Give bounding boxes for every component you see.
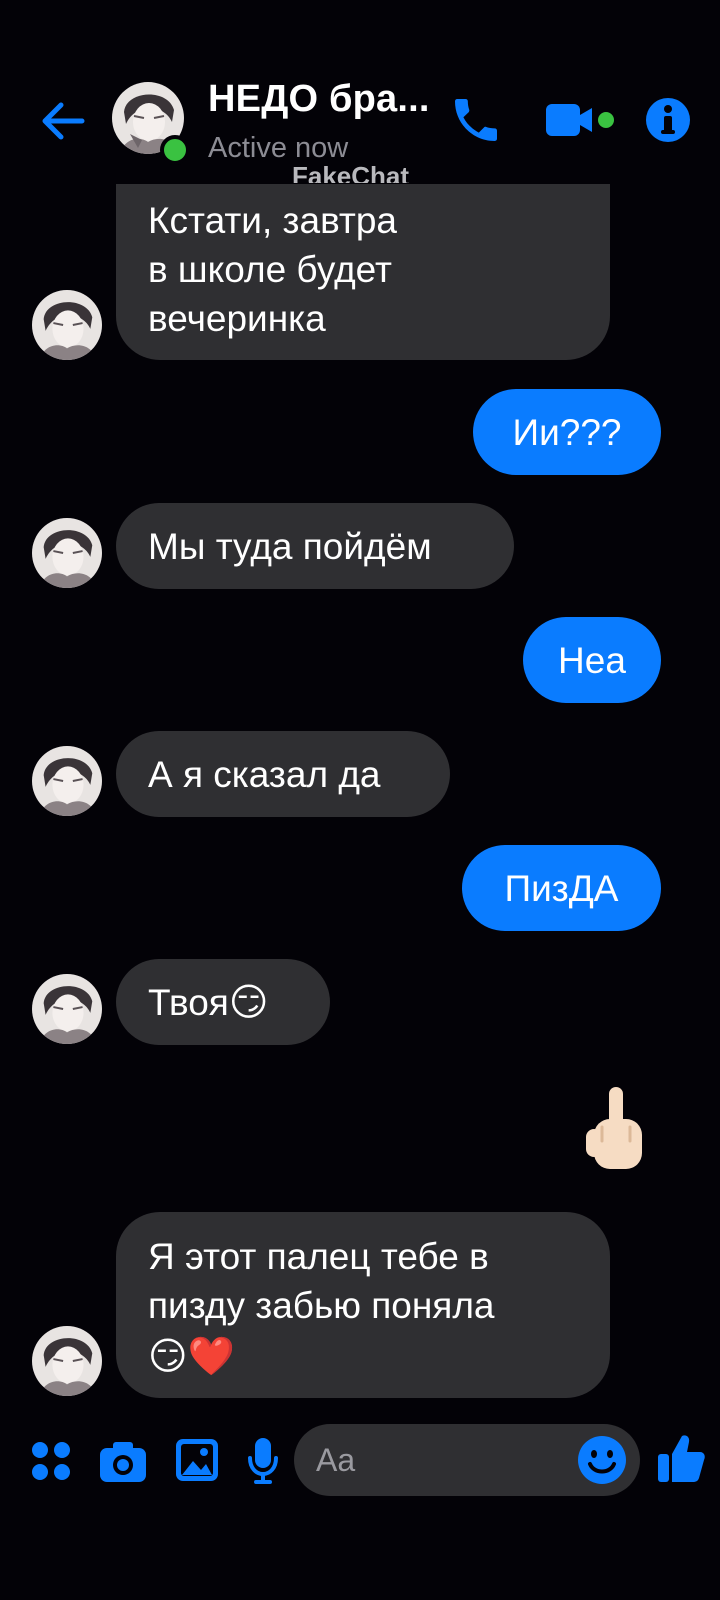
microphone-button[interactable] (246, 1436, 280, 1491)
sender-avatar[interactable] (32, 746, 102, 816)
avatar-image (32, 974, 102, 1044)
video-call-button[interactable] (542, 98, 616, 142)
apps-button[interactable] (30, 1440, 72, 1487)
thumbs-up-button[interactable] (656, 1432, 706, 1489)
message-input-container[interactable] (294, 1424, 640, 1496)
message-bubble-incoming[interactable]: Мы туда пойдём (116, 503, 514, 589)
sender-avatar[interactable] (32, 290, 102, 360)
watermark-text: FakeChat (292, 161, 410, 183)
gallery-icon (176, 1439, 218, 1481)
avatar-image (32, 746, 102, 816)
message-text: Неа (558, 639, 626, 681)
avatar-image (32, 518, 102, 588)
message-line: Кстати, завтра (148, 200, 398, 241)
emoji-button[interactable] (576, 1434, 628, 1491)
message-text: Мы туда пойдём (148, 525, 432, 567)
camera-button[interactable] (98, 1438, 148, 1489)
info-button[interactable] (644, 96, 692, 144)
message-line: пизду забью поняла (148, 1285, 495, 1326)
message-line: Я этот палец тебе в (148, 1236, 489, 1277)
sender-avatar[interactable] (32, 974, 102, 1044)
back-button[interactable] (38, 96, 88, 146)
message-bubble-outgoing[interactable]: Неа (523, 617, 661, 703)
message-line: в школе будет (148, 249, 392, 290)
emoji-message-outgoing[interactable] (574, 1082, 660, 1178)
apps-icon (32, 1442, 70, 1480)
back-arrow-icon (42, 102, 85, 140)
video-camera-icon (546, 104, 614, 136)
thumbs-up-icon (658, 1435, 705, 1482)
emoji-icon (578, 1436, 626, 1484)
message-bubble-incoming[interactable]: А я сказал да (116, 731, 450, 817)
message-text: Ии??? (512, 411, 622, 453)
message-bubble-incoming[interactable]: Я этот палец тебе в пизду забью поняла 😏… (116, 1212, 610, 1398)
phone-icon (455, 99, 497, 141)
middle-finger-emoji (586, 1087, 642, 1169)
avatar-image (32, 1326, 102, 1396)
contact-name[interactable]: НЕДО бра... (208, 78, 430, 121)
microphone-icon (248, 1438, 278, 1484)
camera-icon (100, 1442, 146, 1482)
avatar-image (32, 290, 102, 360)
message-text: Твоя (148, 981, 229, 1023)
online-indicator (160, 135, 190, 165)
sender-avatar[interactable] (32, 518, 102, 588)
smirk-heart-emoji: 😏❤️ (148, 1334, 235, 1378)
message-bubble-incoming[interactable]: Твоя 😏 (116, 959, 330, 1045)
message-bubble-incoming[interactable]: Кстати, завтра в школе будет вечеринка (116, 184, 610, 360)
message-bubble-outgoing[interactable]: Ии??? (473, 389, 661, 475)
message-text: ПизДА (504, 867, 619, 909)
message-line: вечеринка (148, 298, 326, 339)
message-text: А я сказал да (148, 753, 381, 795)
smirk-emoji: 😏 (228, 979, 269, 1024)
message-bubble-outgoing[interactable]: ПизДА (462, 845, 661, 931)
voice-call-button[interactable] (448, 92, 504, 148)
gallery-button[interactable] (174, 1437, 220, 1488)
sender-avatar[interactable] (32, 1326, 102, 1396)
info-icon (646, 98, 690, 142)
message-input[interactable] (316, 1424, 556, 1496)
